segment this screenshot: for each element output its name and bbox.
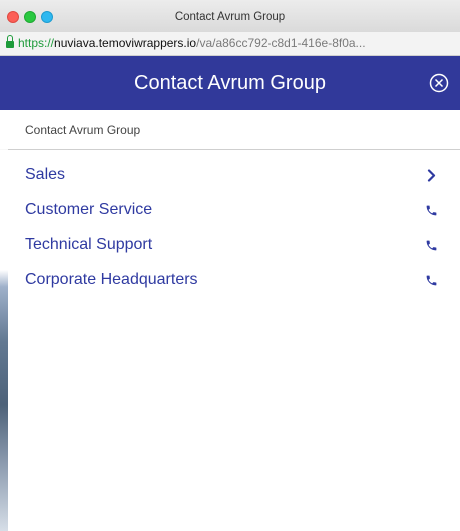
menu-item-sales[interactable]: Sales [0,160,460,195]
chevron-right-icon [427,169,436,182]
page-title: Contact Avrum Group [134,72,326,94]
panel-header: Contact Avrum Group [0,56,460,110]
app-window: Contact Avrum Group https://nuviava.temo… [0,0,460,531]
menu-item-corporate-headquarters[interactable]: Corporate Headquarters [0,265,460,300]
title-bar: Contact Avrum Group [0,0,460,34]
menu-item-technical-support[interactable]: Technical Support [0,230,460,265]
menu-item-label: Sales [25,166,66,183]
url-host: nuviava.temoviwrappers.io [54,36,197,50]
close-button[interactable] [429,73,449,93]
menu-item-label: Customer Service [25,201,153,218]
address-bar[interactable]: https://nuviava.temoviwrappers.io/va/a86… [0,32,460,56]
menu-item-label: Technical Support [25,236,153,253]
lock-icon [6,35,14,48]
close-circle-icon [429,73,449,93]
window-title: Contact Avrum Group [174,11,286,23]
phone-icon [426,275,437,286]
phone-icon [426,205,437,216]
contact-menu: Sales Customer Service Technical Support… [0,160,460,300]
url-path: /va/a86cc792-c8d1-416e-8f0a... [196,36,366,50]
phone-icon [426,240,437,251]
menu-item-customer-service[interactable]: Customer Service [0,195,460,230]
url-scheme: https:// [18,36,55,50]
breadcrumb: Contact Avrum Group [0,110,460,150]
menu-item-label: Corporate Headquarters [25,271,198,288]
